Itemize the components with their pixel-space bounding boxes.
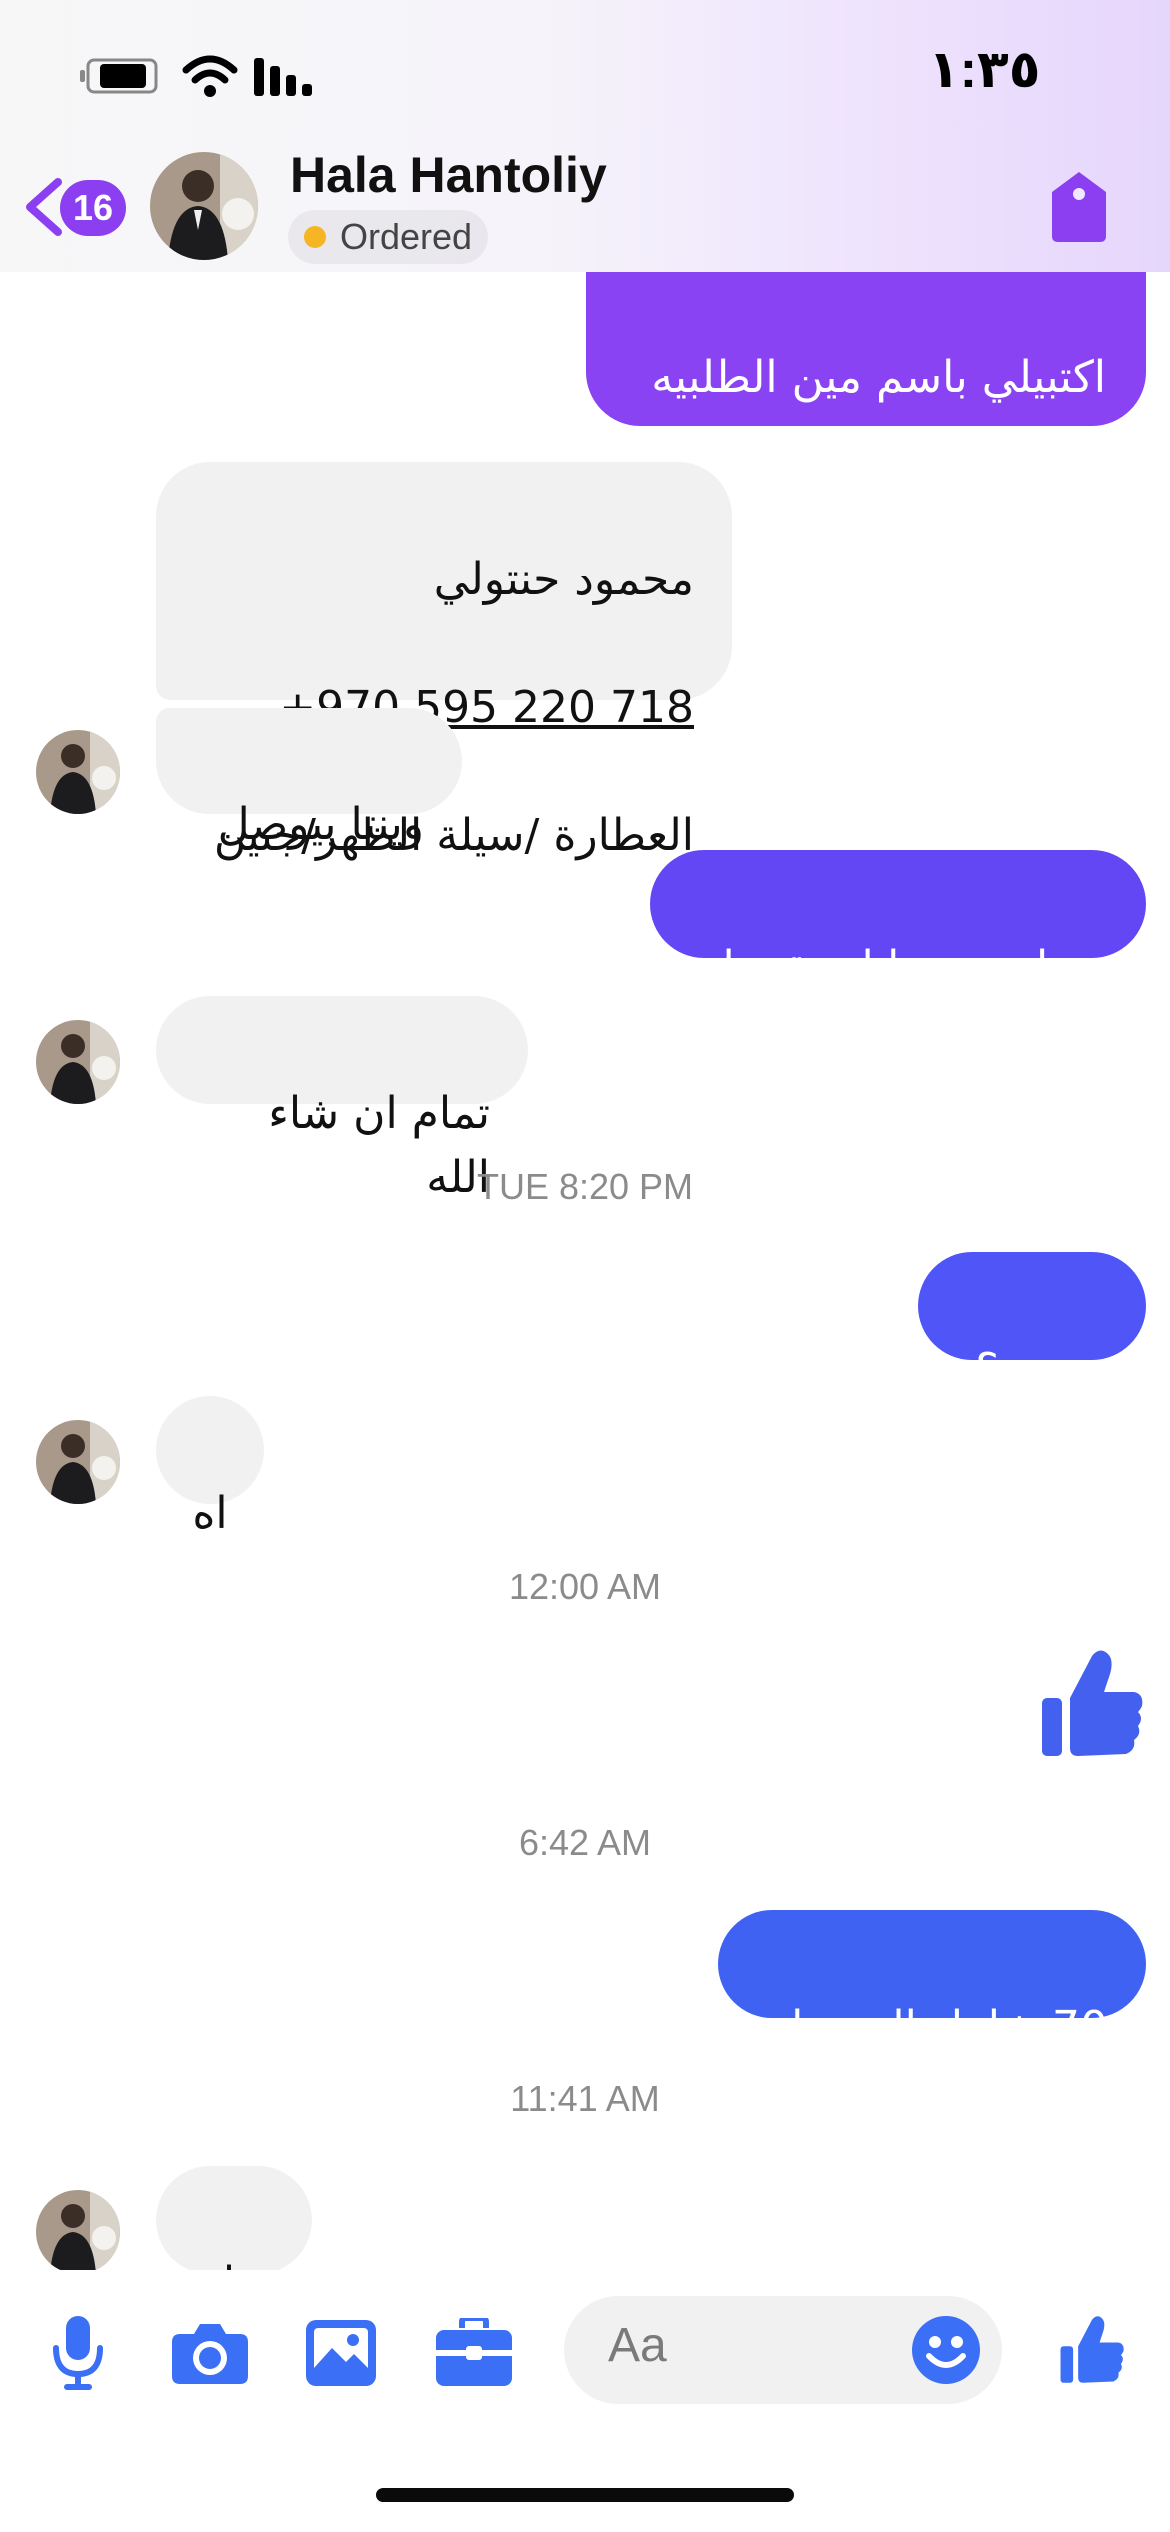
timestamp: 6:42 AM xyxy=(518,1822,652,1863)
sender-avatar[interactable] xyxy=(36,1020,120,1104)
incoming-message[interactable]: اه xyxy=(156,1396,264,1539)
message-text: بدها خمس ايام تقريبا xyxy=(722,942,1108,993)
status-time: ١:٣٥ xyxy=(928,41,1041,99)
microphone-icon[interactable] xyxy=(50,2316,106,2390)
contact-name[interactable]: Hala Hantoliy xyxy=(290,146,607,204)
outgoing-message[interactable]: نعتمد ؟ xyxy=(918,1252,1146,1395)
sender-avatar[interactable] xyxy=(36,730,120,814)
sender-avatar[interactable] xyxy=(36,2190,120,2274)
outgoing-message[interactable]: بدها خمس ايام تقريبا xyxy=(650,850,1146,993)
briefcase-icon[interactable] xyxy=(436,2318,512,2386)
message-input-placeholder: Aa xyxy=(608,2319,667,2372)
timestamp: 11:41 AM xyxy=(510,2078,660,2119)
message-composer: Aa xyxy=(0,2270,1170,2410)
thumbs-up-icon[interactable] xyxy=(1058,2314,1126,2386)
back-chevron-icon xyxy=(26,178,62,236)
order-status-label: Ordered xyxy=(340,216,473,257)
contact-avatar[interactable] xyxy=(150,152,258,260)
message-text: 70 شامل التوصيل xyxy=(771,2002,1108,2053)
message-line: محمود حنتولي xyxy=(433,554,694,605)
message-text: اه xyxy=(192,1488,228,1539)
home-indicator xyxy=(376,2488,794,2502)
camera-icon[interactable] xyxy=(172,2322,248,2384)
message-line: اكتبيلي باسم مين الطلبيه xyxy=(651,352,1106,403)
sender-avatar[interactable] xyxy=(36,1420,120,1504)
gallery-icon[interactable] xyxy=(306,2320,376,2386)
tag-icon[interactable] xyxy=(1048,170,1110,244)
message-text: نعتمد ؟ xyxy=(975,1344,1108,1395)
conversation-header: ١:٣٥ 16 Hala Hantoliy Ordered xyxy=(0,0,1170,272)
order-status-pill[interactable]: Ordered xyxy=(288,210,489,264)
timestamp: TUE 8:20 PM xyxy=(476,1166,694,1207)
battery-icon xyxy=(80,58,158,94)
outgoing-message[interactable]: 70 شامل التوصيل xyxy=(718,1910,1146,2053)
incoming-message[interactable]: تمام ان شاء الله xyxy=(156,996,528,1203)
message-text: وينتا بيوصل xyxy=(217,799,424,850)
timestamp: 12:00 AM xyxy=(508,1566,662,1607)
message-input[interactable]: Aa xyxy=(564,2296,1002,2404)
emoji-icon[interactable] xyxy=(912,2316,980,2384)
thumbs-up-icon[interactable] xyxy=(1038,1648,1146,1760)
unread-badge: 16 xyxy=(60,180,126,236)
back-button[interactable]: 16 xyxy=(22,172,132,242)
incoming-message[interactable]: محمود حنتولي +970 595 220 718 العطارة /س… xyxy=(156,462,732,861)
status-dot xyxy=(304,226,326,248)
wifi-icon xyxy=(182,55,238,97)
signal-icon xyxy=(254,58,312,96)
incoming-message[interactable]: وينتا بيوصل xyxy=(156,708,462,850)
incoming-message[interactable]: تمام xyxy=(156,2166,312,2309)
